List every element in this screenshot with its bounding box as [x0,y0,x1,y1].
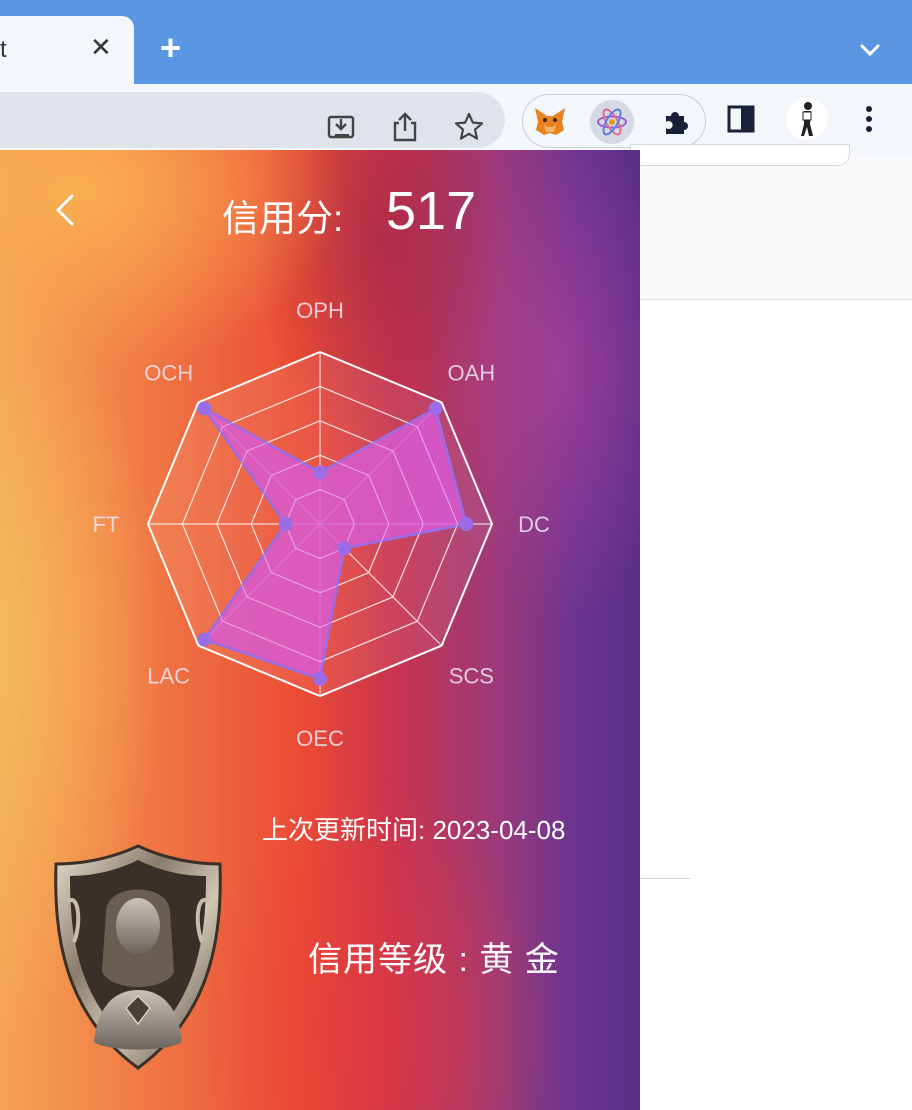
radar-axis-label: OAH [447,361,495,386]
tab-title: t [0,36,7,63]
chevron-down-icon[interactable] [856,36,884,64]
radar-axis-label: OCH [144,361,193,386]
score-label: 信用分: [222,198,344,239]
more-menu-icon[interactable] [852,102,886,136]
radar-axis-label: SCS [449,663,494,688]
shield-portrait-badge [54,844,222,1070]
score-value: 517 [386,181,477,241]
divider [640,878,690,879]
radar-point-ft[interactable] [278,517,293,531]
page-background [630,144,912,1110]
new-tab-button[interactable]: + [160,30,181,66]
credit-level-text: 信用等级 : 黄 金 [308,941,560,979]
page-header-area [640,154,912,300]
side-panel-icon[interactable] [724,102,758,136]
extensions-group [522,94,706,148]
radar-point-oah[interactable] [428,401,443,416]
close-tab-icon[interactable]: ✕ [90,34,112,60]
active-tab[interactable]: t ✕ [0,16,134,84]
radar-axis-label: OEC [296,726,344,751]
radar-chart: OPH OAH DC SCS OEC LAC FT OCH [93,298,550,751]
extensions-puzzle-icon[interactable] [654,100,698,144]
react-devtools-icon[interactable] [590,100,634,144]
radar-point-oph[interactable] [313,465,327,480]
tab-strip: t ✕ + [0,0,912,84]
share-icon[interactable] [388,110,422,144]
radar-axis-label: DC [518,512,550,537]
last-update-text: 上次更新时间: 2023-04-08 [262,815,566,845]
radar-point-dc[interactable] [459,517,474,531]
profile-avatar[interactable] [786,98,828,140]
radar-axis-label: OPH [296,298,344,323]
bookmark-star-icon[interactable] [452,110,486,144]
address-bar[interactable] [0,92,505,148]
radar-axis-label: FT [93,512,120,537]
page-header-pill [630,144,850,166]
install-app-icon[interactable] [324,110,358,144]
radar-point-lac[interactable] [197,632,212,647]
radar-point-och[interactable] [197,401,212,416]
radar-point-scs[interactable] [337,541,352,556]
credit-score-panel: 信用分: 517 OPH OAH DC SCS OEC LAC FT OCH 上次更新时间: … [0,150,640,1110]
radar-axis-label: LAC [147,663,190,688]
radar-point-oec[interactable] [313,671,327,686]
metamask-fox-icon[interactable] [528,100,572,144]
chevron-left-icon[interactable] [50,192,80,228]
